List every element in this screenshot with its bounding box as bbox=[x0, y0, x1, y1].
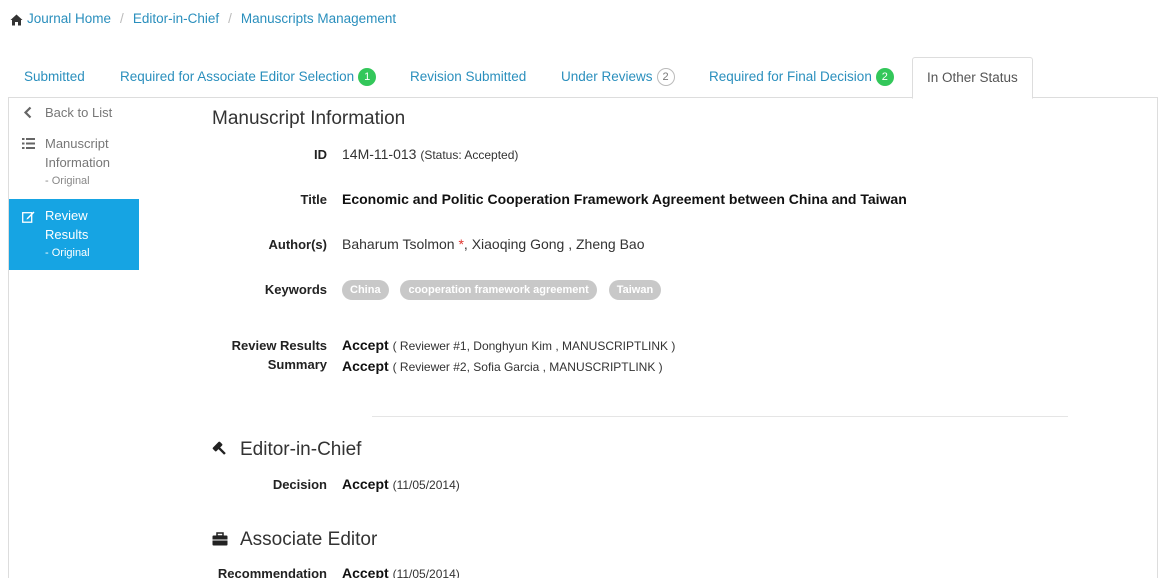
author-names: , Xiaoqing Gong , Zheng Bao bbox=[463, 236, 645, 252]
review-summary-label-line1: Review Results bbox=[231, 338, 327, 353]
tab-label: In Other Status bbox=[927, 70, 1018, 85]
status-text: (Status: Accepted) bbox=[420, 148, 519, 162]
review-summary-label: Review Results Summary bbox=[212, 336, 342, 377]
edit-icon bbox=[22, 211, 35, 223]
keywords-label: Keywords bbox=[264, 282, 327, 297]
breadcrumb: Journal Home / Editor-in-Chief / Manuscr… bbox=[10, 11, 396, 26]
id-label: ID bbox=[314, 147, 327, 162]
ae-recommendation-row: Recommendation Accept (11/05/2014) bbox=[212, 564, 1112, 578]
sidebar: Back to List Manuscript Information - Or… bbox=[9, 98, 139, 270]
tab-required-ae-selection[interactable]: Required for Associate Editor Selection 1 bbox=[120, 57, 377, 98]
decision-value: Accept bbox=[342, 476, 389, 492]
sidebar-item-label: Review Results bbox=[45, 208, 89, 242]
eic-section-title: Editor-in-Chief bbox=[212, 439, 361, 461]
home-icon bbox=[10, 14, 23, 25]
breadcrumb-editor-in-chief[interactable]: Editor-in-Chief bbox=[133, 11, 219, 26]
tab-revision-submitted[interactable]: Revision Submitted bbox=[410, 57, 526, 98]
decision-label: Decision bbox=[272, 477, 327, 492]
authors-label: Author(s) bbox=[268, 237, 328, 252]
recommendation-date: (11/05/2014) bbox=[392, 567, 460, 578]
review-summary-row: Review Results Summary Accept ( Reviewer… bbox=[212, 336, 1112, 377]
review-result-2: Accept ( Reviewer #2, Sofia Garcia , MAN… bbox=[342, 357, 1112, 377]
manuscript-title: Economic and Politic Cooperation Framewo… bbox=[342, 191, 907, 207]
breadcrumb-manuscripts-management[interactable]: Manuscripts Management bbox=[241, 11, 396, 26]
tab-in-other-status[interactable]: In Other Status bbox=[912, 57, 1033, 99]
tab-submitted[interactable]: Submitted bbox=[24, 57, 85, 98]
sidebar-item-label: Manuscript Information bbox=[45, 136, 111, 170]
list-icon bbox=[22, 138, 35, 149]
sidebar-item-sublabel: - Original bbox=[45, 175, 90, 187]
back-to-list-label: Back to List bbox=[45, 105, 113, 120]
ae-title: Associate Editor bbox=[240, 529, 378, 550]
review-result-1: Accept ( Reviewer #1, Donghyun Kim , MAN… bbox=[342, 336, 1112, 356]
section-divider bbox=[372, 416, 1068, 417]
review-detail: ( Reviewer #1, Donghyun Kim , MANUSCRIPT… bbox=[392, 339, 676, 353]
review-decision: Accept bbox=[342, 337, 389, 353]
author-name: Baharum Tsolmon bbox=[342, 236, 455, 252]
keyword-tag: Taiwan bbox=[608, 280, 662, 301]
tab-label: Revision Submitted bbox=[410, 69, 527, 84]
count-badge: 1 bbox=[358, 68, 377, 86]
back-to-list-link[interactable]: Back to List bbox=[9, 98, 139, 128]
tab-label: Submitted bbox=[24, 69, 85, 84]
id-row: ID 14M-11-013 (Status: Accepted) bbox=[212, 145, 1112, 165]
tab-label: Required for Associate Editor Selection bbox=[120, 69, 355, 84]
count-badge: 2 bbox=[875, 68, 894, 86]
review-decision: Accept bbox=[342, 358, 389, 374]
tab-required-final-decision[interactable]: Required for Final Decision 2 bbox=[709, 57, 894, 98]
tab-under-reviews[interactable]: Under Reviews 2 bbox=[561, 57, 675, 98]
briefcase-icon bbox=[212, 532, 228, 546]
eic-title: Editor-in-Chief bbox=[240, 439, 362, 460]
authors-row: Author(s) Baharum Tsolmon *, Xiaoqing Go… bbox=[212, 235, 1112, 254]
tab-label: Required for Final Decision bbox=[709, 69, 872, 84]
count-badge: 2 bbox=[656, 68, 675, 86]
sidebar-item-manuscript-information[interactable]: Manuscript Information - Original bbox=[9, 128, 139, 196]
title-row: Title Economic and Politic Cooperation F… bbox=[212, 190, 1112, 209]
title-label: Title bbox=[300, 192, 328, 207]
breadcrumb-separator: / bbox=[228, 11, 232, 26]
breadcrumb-journal-home[interactable]: Journal Home bbox=[27, 11, 111, 26]
sidebar-item-sublabel: - Original bbox=[45, 247, 90, 259]
gavel-icon bbox=[212, 441, 226, 455]
recommendation-value: Accept bbox=[342, 565, 389, 578]
tab-label: Under Reviews bbox=[561, 69, 653, 84]
chevron-left-icon bbox=[23, 106, 32, 119]
keyword-tag: China bbox=[342, 280, 389, 301]
decision-date: (11/05/2014) bbox=[392, 478, 460, 492]
manuscript-info-title: Manuscript Information bbox=[212, 108, 406, 129]
eic-decision-row: Decision Accept (11/05/2014) bbox=[212, 475, 1112, 495]
manuscript-id: 14M-11-013 bbox=[342, 146, 417, 162]
status-tabs: Submitted Required for Associate Editor … bbox=[8, 57, 1158, 99]
recommendation-label: Recommendation bbox=[217, 566, 327, 578]
review-detail: ( Reviewer #2, Sofia Garcia , MANUSCRIPT… bbox=[392, 360, 663, 374]
main-content: Manuscript Information ID 14M-11-013 (St… bbox=[212, 108, 1112, 578]
keywords-row: Keywords China cooperation framework agr… bbox=[212, 280, 1112, 301]
review-summary-label-line2: Summary bbox=[267, 357, 327, 372]
ae-section-title: Associate Editor bbox=[212, 529, 377, 551]
keyword-tag: cooperation framework agreement bbox=[400, 280, 597, 301]
sidebar-item-review-results[interactable]: Review Results - Original bbox=[9, 199, 139, 270]
breadcrumb-separator: / bbox=[120, 11, 124, 26]
